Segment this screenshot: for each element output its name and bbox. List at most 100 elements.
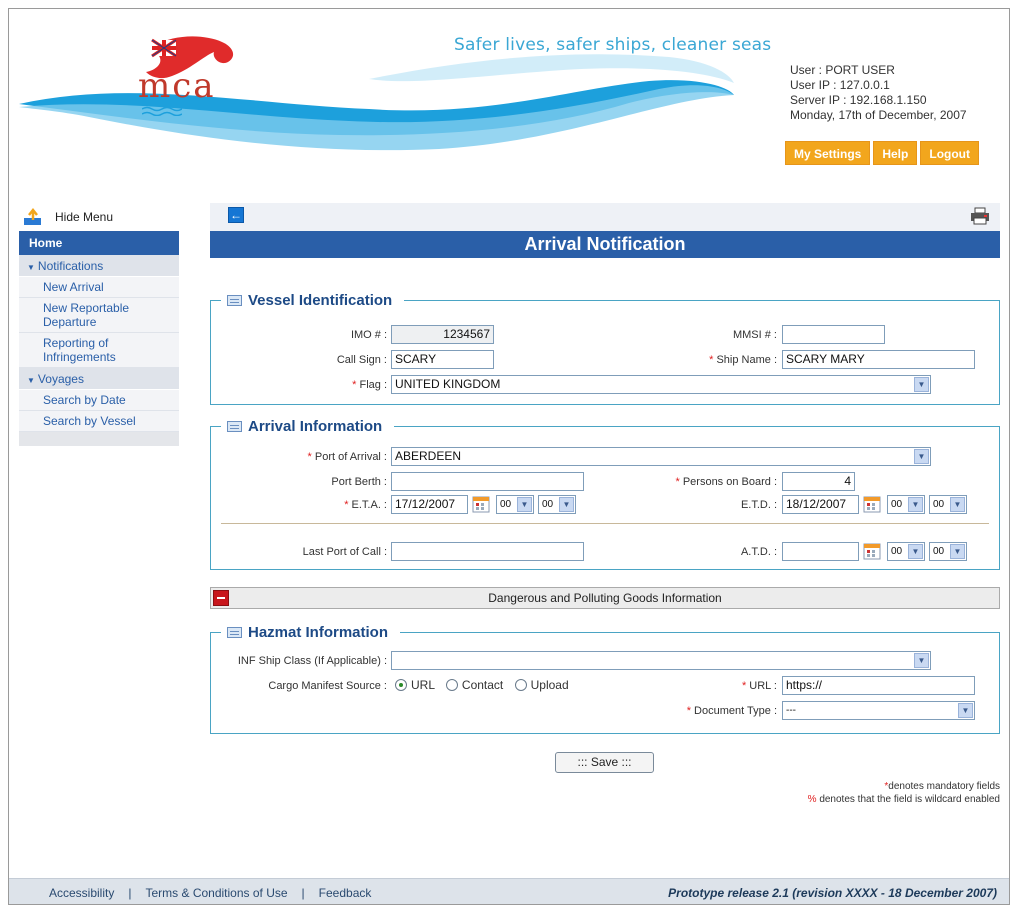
sidebar-section-notifications[interactable]: ▼ Notifications xyxy=(19,255,179,277)
print-icon[interactable] xyxy=(970,207,990,225)
chevron-down-icon: ▼ xyxy=(27,376,35,385)
doctype-label-text: Document Type : xyxy=(694,705,777,717)
hide-menu-icon xyxy=(24,208,41,225)
help-button[interactable]: Help xyxy=(873,141,918,165)
etd-hour-select[interactable]: 00 ▼ xyxy=(887,495,925,514)
last-port-of-call-field[interactable] xyxy=(391,542,584,561)
wildcard-note: % denotes that the field is wildcard ena… xyxy=(808,794,1000,805)
atd-hour-select[interactable]: 00 ▼ xyxy=(887,542,925,561)
radio-contact-label[interactable]: Contact xyxy=(462,678,503,692)
form-icon xyxy=(227,295,242,306)
mandatory-note-text: denotes mandatory fields xyxy=(888,781,1000,792)
url-field[interactable]: https:// xyxy=(782,676,975,695)
form-icon xyxy=(227,421,242,432)
dangerous-goods-bar[interactable]: Dangerous and Polluting Goods Informatio… xyxy=(210,587,1000,609)
chevron-down-icon: ▼ xyxy=(950,544,965,559)
mmsi-field[interactable] xyxy=(782,325,885,344)
terms-link[interactable]: Terms & Conditions of Use xyxy=(145,886,287,900)
collapse-icon[interactable] xyxy=(213,590,229,606)
inf-ship-class-label: INF Ship Class (If Applicable) : xyxy=(237,655,387,667)
eta-hour-select[interactable]: 00 ▼ xyxy=(496,495,534,514)
flag-select-value: UNITED KINGDOM xyxy=(395,377,501,391)
calendar-icon[interactable] xyxy=(863,542,881,560)
hide-menu-label: Hide Menu xyxy=(55,210,114,224)
etd-minute-select[interactable]: 00 ▼ xyxy=(929,495,967,514)
eta-minute-value: 00 xyxy=(542,499,554,510)
ship-name-label-text: Ship Name : xyxy=(716,354,777,366)
chevron-down-icon: ▼ xyxy=(27,263,35,272)
port-of-arrival-select[interactable]: ABERDEEN ▼ xyxy=(391,447,931,466)
toolbar: ← xyxy=(210,203,1000,231)
wildcard-symbol: % xyxy=(807,794,817,805)
footer-separator: | xyxy=(128,886,132,900)
imo-field[interactable]: 1234567 xyxy=(391,325,494,344)
tagline: Safer lives, safer ships, cleaner seas xyxy=(454,35,772,55)
atd-label: A.T.D. : xyxy=(740,546,777,558)
calendar-icon[interactable] xyxy=(863,495,881,513)
ship-name-field[interactable]: SCARY MARY xyxy=(782,350,975,369)
inf-ship-class-select[interactable]: ▼ xyxy=(391,651,931,670)
port-select-value: ABERDEEN xyxy=(395,449,462,463)
legend-label: Arrival Information xyxy=(248,418,383,435)
url-label-text: URL : xyxy=(749,680,777,692)
doctype-select-value: --- xyxy=(786,705,796,716)
sidebar-item-reporting-of-infringements[interactable]: Reporting of Infringements xyxy=(19,333,179,368)
imo-label: IMO # : xyxy=(350,329,387,341)
radio-upload-label[interactable]: Upload xyxy=(531,678,569,692)
required-asterisk: * xyxy=(686,705,691,717)
calendar-icon[interactable] xyxy=(472,495,490,513)
section-legend: Arrival Information xyxy=(221,418,394,435)
sidebar-section-voyages[interactable]: ▼ Voyages xyxy=(19,368,179,390)
port-berth-field[interactable] xyxy=(391,472,584,491)
footer: Accessibility | Terms & Conditions of Use |… xyxy=(9,878,1009,904)
required-asterisk: * xyxy=(709,354,714,366)
header: mca Safer lives, safer ships, cleaner se… xyxy=(9,9,1009,189)
atd-minute-select[interactable]: 00 ▼ xyxy=(929,542,967,561)
my-settings-button[interactable]: My Settings xyxy=(785,141,871,165)
user-info: User : PORT USER User IP : 127.0.0.1 Ser… xyxy=(790,63,967,123)
feedback-link[interactable]: Feedback xyxy=(319,886,372,900)
logout-button[interactable]: Logout xyxy=(920,141,980,165)
persons-on-board-field[interactable]: 4 xyxy=(782,472,855,491)
sidebar-item-search-by-vessel[interactable]: Search by Vessel xyxy=(19,411,179,432)
required-asterisk: * xyxy=(352,379,357,391)
hide-menu-button[interactable]: Hide Menu xyxy=(19,203,179,231)
etd-date-field[interactable]: 18/12/2007 xyxy=(782,495,859,514)
section-legend: Vessel Identification xyxy=(221,292,404,309)
chevron-down-icon: ▼ xyxy=(914,377,929,392)
sidebar-section-label: Voyages xyxy=(37,372,84,386)
radio-contact[interactable] xyxy=(445,679,458,691)
flag-select[interactable]: UNITED KINGDOM ▼ xyxy=(391,375,931,394)
radio-url[interactable] xyxy=(395,679,407,691)
chevron-down-icon: ▼ xyxy=(950,497,965,512)
document-type-select[interactable]: --- ▼ xyxy=(782,701,975,720)
accessibility-link[interactable]: Accessibility xyxy=(49,886,114,900)
call-sign-field[interactable]: SCARY xyxy=(391,350,494,369)
back-arrow-icon[interactable]: ← xyxy=(228,207,244,223)
main-content: ← Arrival Notification Vessel Identifica… xyxy=(210,203,1000,805)
radio-url-label[interactable]: URL xyxy=(411,678,435,692)
chevron-down-icon: ▼ xyxy=(914,653,929,668)
sidebar-item-home[interactable]: Home xyxy=(19,231,179,255)
eta-minute-select[interactable]: 00 ▼ xyxy=(538,495,576,514)
etd-hour-value: 00 xyxy=(891,499,903,510)
current-date: Monday, 17th of December, 2007 xyxy=(790,108,967,122)
cargo-manifest-radio-group: URL Contact Upload xyxy=(395,678,569,692)
required-asterisk: * xyxy=(307,451,312,463)
legend-label: Hazmat Information xyxy=(248,624,389,641)
flag-label: * Flag : xyxy=(352,379,387,391)
pob-label-text: Persons on Board : xyxy=(682,476,777,488)
call-sign-label: Call Sign : xyxy=(336,354,387,366)
port-berth-label: Port Berth : xyxy=(331,476,387,488)
eta-date-field[interactable]: 17/12/2007 xyxy=(391,495,468,514)
radio-upload[interactable] xyxy=(514,679,527,691)
sidebar-item-new-reportable-departure[interactable]: New Reportable Departure xyxy=(19,298,179,333)
sidebar-item-new-arrival[interactable]: New Arrival xyxy=(19,277,179,298)
atd-date-field[interactable] xyxy=(782,542,859,561)
sidebar-item-search-by-date[interactable]: Search by Date xyxy=(19,390,179,411)
save-button[interactable]: ::: Save ::: xyxy=(555,752,654,773)
chevron-down-icon: ▼ xyxy=(914,449,929,464)
ship-name-label: * Ship Name : xyxy=(709,354,777,366)
legend-label: Vessel Identification xyxy=(248,292,393,309)
etd-label: E.T.D. : xyxy=(740,499,777,511)
